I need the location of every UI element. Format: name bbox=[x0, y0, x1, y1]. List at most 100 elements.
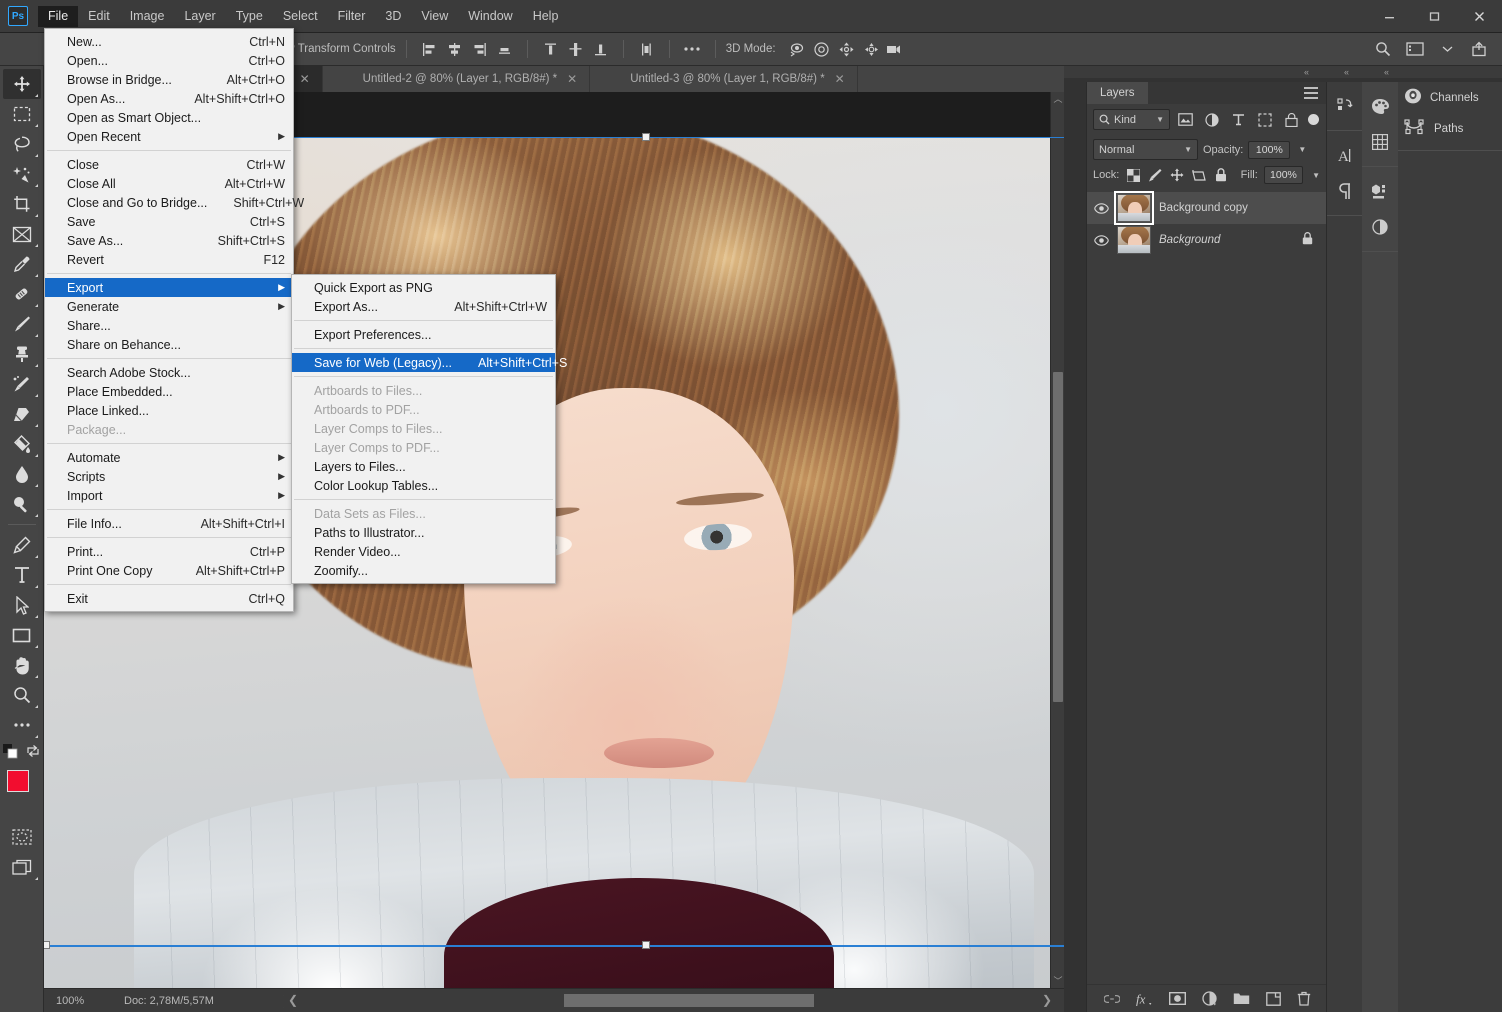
edit-toolbar-tool[interactable] bbox=[3, 710, 41, 740]
opacity-value[interactable]: 100% bbox=[1248, 141, 1290, 159]
collapse-rail-icon[interactable]: « bbox=[1344, 67, 1349, 77]
menu-item-color-lookup-tables[interactable]: Color Lookup Tables... bbox=[292, 476, 555, 495]
panel-item-channels[interactable]: Channels bbox=[1398, 82, 1502, 113]
new-layer-icon[interactable] bbox=[1266, 992, 1281, 1006]
menu-item-open[interactable]: Open...Ctrl+O bbox=[45, 51, 293, 70]
quick-mask-mode-icon[interactable] bbox=[3, 822, 41, 852]
collapse-layers-icon[interactable]: « bbox=[1304, 67, 1309, 77]
align-horizontal-centers-icon[interactable] bbox=[442, 38, 467, 60]
menu-item-close[interactable]: CloseCtrl+W bbox=[45, 155, 293, 174]
menu-image[interactable]: Image bbox=[120, 6, 175, 27]
layer-visibility-eye-icon[interactable] bbox=[1093, 203, 1109, 214]
new-adjustment-layer-icon[interactable] bbox=[1202, 991, 1217, 1006]
align-right-edges-icon[interactable] bbox=[467, 38, 492, 60]
pixel-layers-filter-icon[interactable] bbox=[1175, 109, 1196, 130]
menu-window[interactable]: Window bbox=[458, 6, 522, 27]
blend-mode-select[interactable]: Normal ▼ bbox=[1093, 139, 1198, 160]
distribute-widths-icon[interactable] bbox=[634, 38, 659, 60]
menu-item-layers-to-files[interactable]: Layers to Files... bbox=[292, 457, 555, 476]
layer-row[interactable]: Background copy bbox=[1087, 192, 1327, 224]
path-selection-tool[interactable] bbox=[3, 590, 41, 620]
collapse-right-icon[interactable]: « bbox=[1384, 67, 1389, 77]
fill-chevron-down-icon[interactable]: ▼ bbox=[1309, 171, 1320, 180]
menu-layer[interactable]: Layer bbox=[174, 6, 225, 27]
workspace-icon[interactable] bbox=[1400, 36, 1430, 62]
link-layers-icon[interactable] bbox=[1104, 994, 1120, 1004]
scroll-up-arrow[interactable]: ︿ bbox=[1051, 92, 1064, 106]
default-colors-icon[interactable] bbox=[3, 744, 18, 764]
eraser-tool[interactable] bbox=[3, 399, 41, 429]
menu-view[interactable]: View bbox=[411, 6, 458, 27]
menu-item-share[interactable]: Share... bbox=[45, 316, 293, 335]
opacity-chevron-down-icon[interactable]: ▼ bbox=[1295, 145, 1306, 154]
lasso-tool[interactable] bbox=[3, 129, 41, 159]
3d-panel-icon[interactable] bbox=[1362, 173, 1398, 209]
layer-name[interactable]: Background copy bbox=[1159, 202, 1248, 214]
type-layers-filter-icon[interactable] bbox=[1228, 109, 1249, 130]
frame-tool[interactable] bbox=[3, 219, 41, 249]
dodge-tool[interactable] bbox=[3, 489, 41, 519]
scroll-left-arrow[interactable]: ❮ bbox=[288, 993, 298, 1007]
scroll-down-arrow[interactable]: ﹀ bbox=[1051, 974, 1064, 988]
menu-item-share-on-behance[interactable]: Share on Behance... bbox=[45, 335, 293, 354]
orbit-3d-icon[interactable] bbox=[784, 38, 809, 60]
maximize-button[interactable] bbox=[1412, 0, 1457, 33]
menu-type[interactable]: Type bbox=[226, 6, 273, 27]
close-tab-icon[interactable]: ✕ bbox=[300, 72, 310, 86]
lock-transparent-pixels-icon[interactable] bbox=[1125, 167, 1141, 184]
distribute-bottom-edges-icon[interactable] bbox=[588, 38, 613, 60]
tab-layers[interactable]: Layers bbox=[1087, 82, 1148, 104]
distribute-top-edges-icon[interactable] bbox=[538, 38, 563, 60]
panel-menu-icon[interactable] bbox=[1304, 87, 1318, 102]
menu-item-file-info[interactable]: File Info...Alt+Shift+Ctrl+I bbox=[45, 514, 293, 533]
rectangle-tool[interactable] bbox=[3, 620, 41, 650]
paragraph-icon[interactable] bbox=[1327, 173, 1363, 209]
menu-item-exit[interactable]: ExitCtrl+Q bbox=[45, 589, 293, 608]
menu-help[interactable]: Help bbox=[523, 6, 569, 27]
fill-value[interactable]: 100% bbox=[1264, 166, 1303, 184]
menu-item-save-for-web-legacy[interactable]: Save for Web (Legacy)...Alt+Shift+Ctrl+S bbox=[292, 353, 555, 372]
share-icon[interactable] bbox=[1464, 36, 1494, 62]
filter-enable-toggle[interactable] bbox=[1307, 109, 1320, 130]
horizontal-type-tool[interactable] bbox=[3, 560, 41, 590]
layer-style-fx-icon[interactable]: fx bbox=[1136, 992, 1153, 1006]
filter-kind-select[interactable]: Kind ▼ bbox=[1093, 109, 1170, 130]
align-bottom-edges-icon[interactable] bbox=[492, 38, 517, 60]
menu-item-revert[interactable]: RevertF12 bbox=[45, 250, 293, 269]
color-swatches[interactable] bbox=[3, 768, 41, 808]
menu-filter[interactable]: Filter bbox=[328, 6, 376, 27]
menu-item-quick-export-as-png[interactable]: Quick Export as PNG bbox=[292, 278, 555, 297]
menu-item-open-recent[interactable]: Open Recent▶ bbox=[45, 127, 293, 146]
eyedropper-tool[interactable] bbox=[3, 249, 41, 279]
menu-3d[interactable]: 3D bbox=[375, 6, 411, 27]
gradient-tool[interactable] bbox=[3, 429, 41, 459]
screen-mode-icon[interactable] bbox=[3, 852, 41, 882]
hscroll-thumb[interactable] bbox=[564, 994, 814, 1007]
adjustments-icon[interactable] bbox=[1362, 209, 1398, 245]
roll-3d-icon[interactable] bbox=[809, 38, 834, 60]
pen-tool[interactable] bbox=[3, 530, 41, 560]
menu-item-open-as-smart-object[interactable]: Open as Smart Object... bbox=[45, 108, 293, 127]
canvas-horizontal-scrollbar[interactable]: ❮ ❯ bbox=[284, 992, 1054, 1009]
menu-item-export-preferences[interactable]: Export Preferences... bbox=[292, 325, 555, 344]
chevron-down-icon[interactable]: ▼ bbox=[1184, 145, 1192, 154]
chevron-down-icon[interactable]: ▼ bbox=[1156, 115, 1164, 124]
move-tool[interactable] bbox=[3, 69, 41, 99]
quick-selection-tool[interactable] bbox=[3, 159, 41, 189]
menu-file[interactable]: File bbox=[38, 6, 78, 27]
menu-item-open-as[interactable]: Open As...Alt+Shift+Ctrl+O bbox=[45, 89, 293, 108]
menu-item-automate[interactable]: Automate▶ bbox=[45, 448, 293, 467]
pan-3d-icon[interactable] bbox=[834, 38, 859, 60]
layer-row[interactable]: Background bbox=[1087, 224, 1327, 256]
menu-item-render-video[interactable]: Render Video... bbox=[292, 542, 555, 561]
zoom-tool[interactable] bbox=[3, 680, 41, 710]
document-tab[interactable]: Untitled-2 @ 80% (Layer 1, RGB/8#) *✕ bbox=[323, 66, 591, 92]
clone-stamp-tool[interactable] bbox=[3, 339, 41, 369]
more-options-icon[interactable] bbox=[680, 38, 705, 60]
export-submenu[interactable]: Quick Export as PNGExport As...Alt+Shift… bbox=[291, 274, 556, 584]
menu-item-paths-to-illustrator[interactable]: Paths to Illustrator... bbox=[292, 523, 555, 542]
document-tab[interactable]: Untitled-3 @ 80% (Layer 1, RGB/8#) *✕ bbox=[590, 66, 858, 92]
menu-item-search-adobe-stock[interactable]: Search Adobe Stock... bbox=[45, 363, 293, 382]
brush-tool[interactable] bbox=[3, 309, 41, 339]
panel-item-paths[interactable]: Paths bbox=[1398, 113, 1502, 144]
